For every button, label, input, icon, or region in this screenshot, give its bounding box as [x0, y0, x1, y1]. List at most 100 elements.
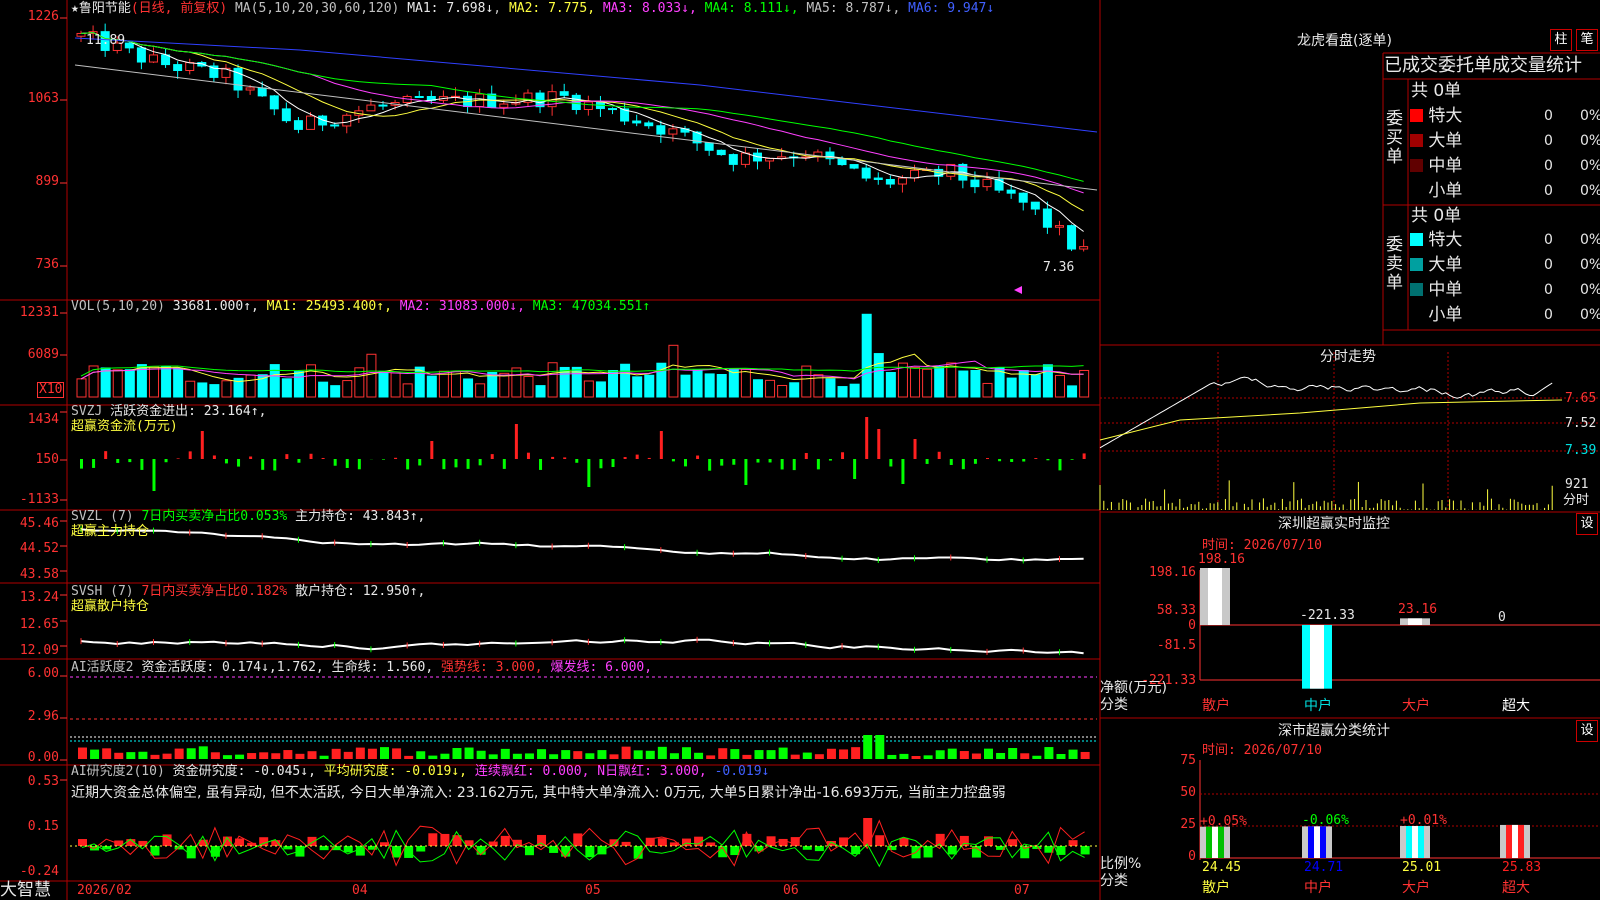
- activity-bar: [645, 750, 655, 759]
- flow-bar: [865, 417, 869, 459]
- research-bar: [102, 846, 112, 850]
- flow-bar: [502, 459, 506, 469]
- volume-bar: [922, 368, 933, 398]
- candle-body: [740, 152, 750, 165]
- flow-bar: [490, 454, 494, 459]
- ma6-value: MA6: 9.947↓: [908, 1, 995, 16]
- buy-row: 小单: [1410, 182, 1462, 200]
- flow-bar: [973, 459, 977, 464]
- stock-name[interactable]: 鲁阳节能: [79, 1, 131, 16]
- volume-bar: [112, 369, 123, 398]
- flow-bar: [1034, 458, 1038, 459]
- classify-settings-button[interactable]: 设: [1576, 720, 1598, 742]
- svzj-subtitle: 超赢资金流(万元): [71, 419, 178, 434]
- monitor-settings-button[interactable]: 设: [1576, 513, 1598, 535]
- volume-bar: [281, 378, 292, 398]
- candle-body: [173, 64, 183, 71]
- volume-bar: [595, 381, 606, 398]
- research-bar: [561, 846, 571, 857]
- change-percent-label: -0.06%: [1302, 813, 1349, 829]
- volume-bar: [402, 383, 413, 398]
- category-label: 中户: [1304, 880, 1332, 896]
- vol-ma2: MA2: 31083.000↓,: [399, 299, 525, 314]
- ratio-bar-highlight: [1412, 825, 1418, 858]
- activity-bar: [621, 746, 631, 759]
- change-percent-label: +0.05%: [1200, 813, 1247, 829]
- sell-orders-label: 委卖单: [1386, 235, 1403, 293]
- buy-row: 大单: [1410, 132, 1462, 150]
- volume-bar: [1042, 364, 1053, 398]
- candle-body: [342, 114, 352, 127]
- volume-bar: [970, 370, 981, 398]
- ratio-value-label: 25.01: [1402, 860, 1442, 875]
- order-percent: 0%: [1580, 108, 1600, 124]
- buy-orders-label: 委买单: [1386, 109, 1403, 167]
- star-icon[interactable]: ★: [71, 1, 79, 16]
- lhb-title: 龙虎看盘(逐单): [1297, 33, 1392, 49]
- ai1-title: AI活跃度2: [71, 660, 134, 675]
- volume-bar: [124, 369, 135, 398]
- period-label[interactable]: (日线, 前复权): [131, 1, 227, 16]
- y-tick: 12331: [19, 305, 59, 320]
- classify-title: 深市超赢分类统计: [1278, 723, 1390, 739]
- activity-bar: [1080, 751, 1090, 759]
- ai2-continuous-red: 连续飘红: 0.000,: [474, 764, 590, 779]
- flow-bar: [478, 459, 482, 466]
- flow-bar: [599, 459, 603, 469]
- y-tick: -0.24: [19, 864, 59, 879]
- ma5-value: MA5: 8.787↓,: [806, 1, 901, 16]
- candle-body: [873, 177, 883, 180]
- y-tick: 50: [1180, 785, 1196, 800]
- category-label: 大户: [1402, 698, 1430, 714]
- ratio-value-label: 24.71: [1304, 860, 1344, 875]
- volume-bar: [173, 367, 184, 398]
- net-value-label: 0: [1498, 610, 1506, 625]
- column-view-button[interactable]: 柱: [1550, 29, 1572, 51]
- research-bar: [283, 846, 293, 850]
- activity-bar: [210, 752, 220, 759]
- volume-bar: [765, 379, 776, 398]
- flow-bar: [986, 458, 989, 459]
- activity-bar: [875, 735, 885, 759]
- activity-bar: [235, 754, 245, 759]
- volume-bar: [245, 374, 256, 398]
- sell-total: 共 0单: [1411, 206, 1462, 226]
- research-bar: [271, 840, 281, 846]
- y-tick: 0.15: [27, 819, 59, 834]
- research-bar: [428, 833, 438, 846]
- research-bar: [863, 818, 873, 846]
- order-percent: 0%: [1580, 307, 1600, 323]
- tick-view-button[interactable]: 笔: [1576, 29, 1598, 51]
- research-bar: [186, 846, 196, 859]
- y-tick: 12.65: [19, 617, 59, 632]
- flow-bar: [128, 459, 132, 463]
- y-tick: 150: [35, 452, 59, 467]
- activity-bar: [730, 749, 740, 759]
- activity-bar: [1032, 755, 1042, 759]
- activity-bar: [633, 750, 643, 759]
- volume-bar: [293, 371, 304, 398]
- flow-bar: [116, 459, 120, 463]
- research-bar: [1080, 846, 1090, 855]
- vol-unit-badge: X10: [37, 382, 65, 398]
- y-tick: 7.52: [1565, 416, 1597, 431]
- research-bar: [416, 846, 426, 852]
- volume-bar: [849, 383, 860, 398]
- research-bar: [500, 835, 510, 846]
- buy-row: 中单: [1410, 157, 1462, 175]
- brand-logo[interactable]: 大智慧: [0, 881, 51, 899]
- candle-body: [583, 101, 593, 111]
- activity-bar: [669, 753, 679, 759]
- flow-bar: [333, 459, 337, 466]
- volume-bar: [861, 313, 872, 398]
- activity-bar: [464, 747, 474, 759]
- volume-bar: [958, 370, 969, 398]
- y-tick: 1226: [27, 9, 59, 24]
- sell-row: 特大: [1410, 231, 1462, 249]
- volume-bar: [450, 371, 461, 398]
- research-bar: [1068, 840, 1078, 846]
- activity-bar: [947, 748, 957, 759]
- fenshi-volume: 921: [1565, 477, 1589, 492]
- vol-ma3: MA3: 47034.551↑: [532, 299, 651, 314]
- activity-bar: [984, 748, 993, 759]
